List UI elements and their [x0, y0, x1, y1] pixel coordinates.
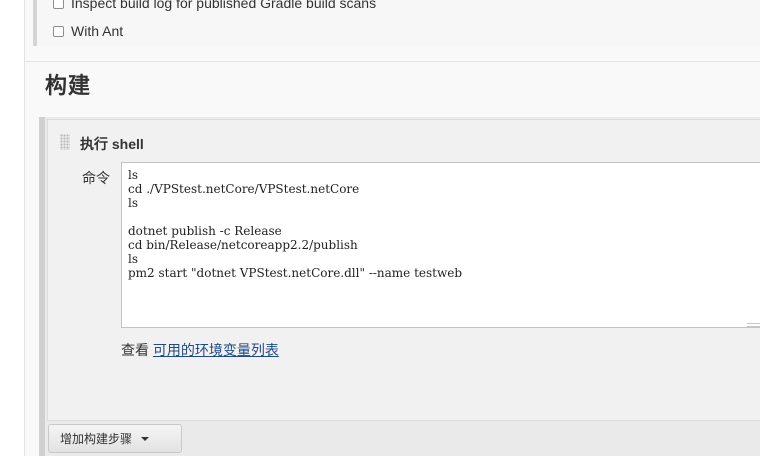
- add-build-step-button[interactable]: 增加构建步骤: [48, 424, 182, 453]
- env-vars-prefix: 查看: [121, 342, 153, 358]
- build-step-container: 执行 shell 命令 ls cd ./VPStest.netCore/VPSt…: [39, 117, 760, 456]
- option-with-ant[interactable]: With Ant: [53, 21, 123, 41]
- option-label: Inspect build log for published Gradle b…: [71, 0, 377, 11]
- build-step-execute-shell: 执行 shell 命令 ls cd ./VPStest.netCore/VPSt…: [47, 119, 760, 421]
- build-step-title: 执行 shell: [80, 136, 144, 152]
- with-ant-checkbox[interactable]: [53, 25, 64, 37]
- caret-down-icon: [141, 436, 150, 441]
- gradle-scans-checkbox[interactable]: [53, 0, 64, 9]
- env-vars-link[interactable]: 可用的环境变量列表: [153, 342, 279, 358]
- env-vars-line: 查看 可用的环境变量列表: [121, 340, 279, 360]
- section-divider: [25, 61, 760, 62]
- command-textarea[interactable]: ls cd ./VPStest.netCore/VPStest.netCore …: [121, 162, 760, 328]
- build-environment-options: Inspect build log for published Gradle b…: [33, 0, 760, 46]
- left-gutter: [0, 0, 25, 456]
- textarea-resize-grip[interactable]: [747, 323, 760, 327]
- drag-handle-icon[interactable]: [60, 134, 70, 150]
- section-title-build: 构建: [45, 73, 92, 98]
- add-build-step-label: 增加构建步骤: [60, 432, 133, 446]
- command-label: 命令: [82, 170, 110, 186]
- config-panel: Inspect build log for published Gradle b…: [25, 0, 760, 456]
- option-label: With Ant: [71, 23, 124, 39]
- option-gradle-scans[interactable]: Inspect build log for published Gradle b…: [53, 0, 376, 13]
